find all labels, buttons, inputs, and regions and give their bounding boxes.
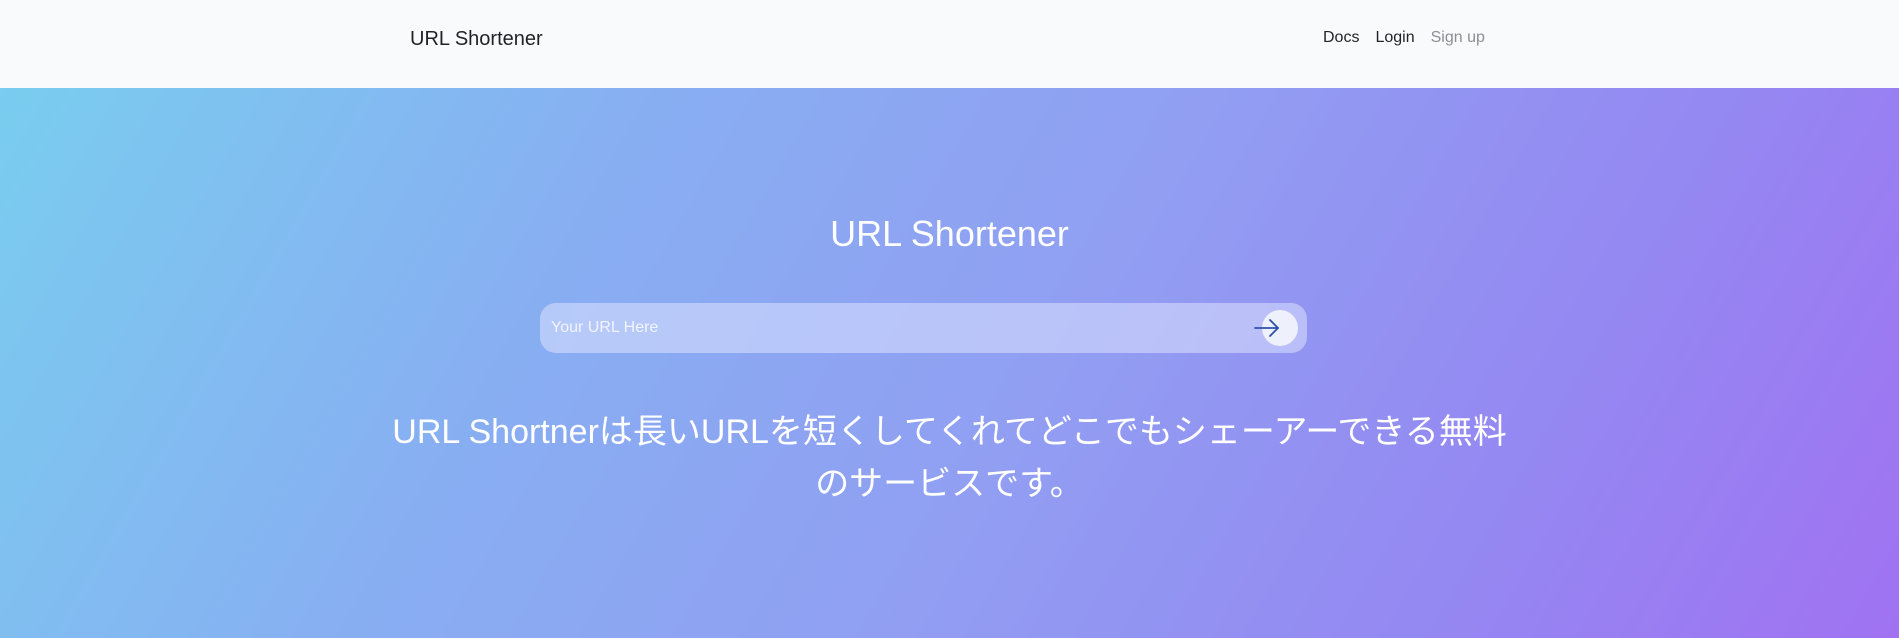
top-navbar: URL Shortener Docs Login Sign up	[0, 0, 1899, 88]
url-search-bar	[540, 303, 1307, 353]
hero-title: URL Shortener	[830, 213, 1069, 254]
hero-section: URL Shortener URL Shortnerは長いURLを短くしてくれて…	[0, 88, 1899, 638]
brand-logo-text[interactable]: URL Shortener	[410, 26, 543, 52]
service-description: URL Shortnerは長いURLを短くしてくれてどこでもシェーアーできる無料…	[392, 413, 1507, 503]
url-input[interactable]	[540, 303, 1240, 353]
arrow-right-icon	[1254, 319, 1279, 337]
nav-links: Docs Login Sign up	[1323, 28, 1493, 48]
submit-button[interactable]	[1254, 310, 1298, 346]
nav-link-docs[interactable]: Docs	[1323, 28, 1367, 48]
nav-link-login[interactable]: Login	[1367, 28, 1422, 48]
nav-link-signup[interactable]: Sign up	[1423, 28, 1493, 48]
